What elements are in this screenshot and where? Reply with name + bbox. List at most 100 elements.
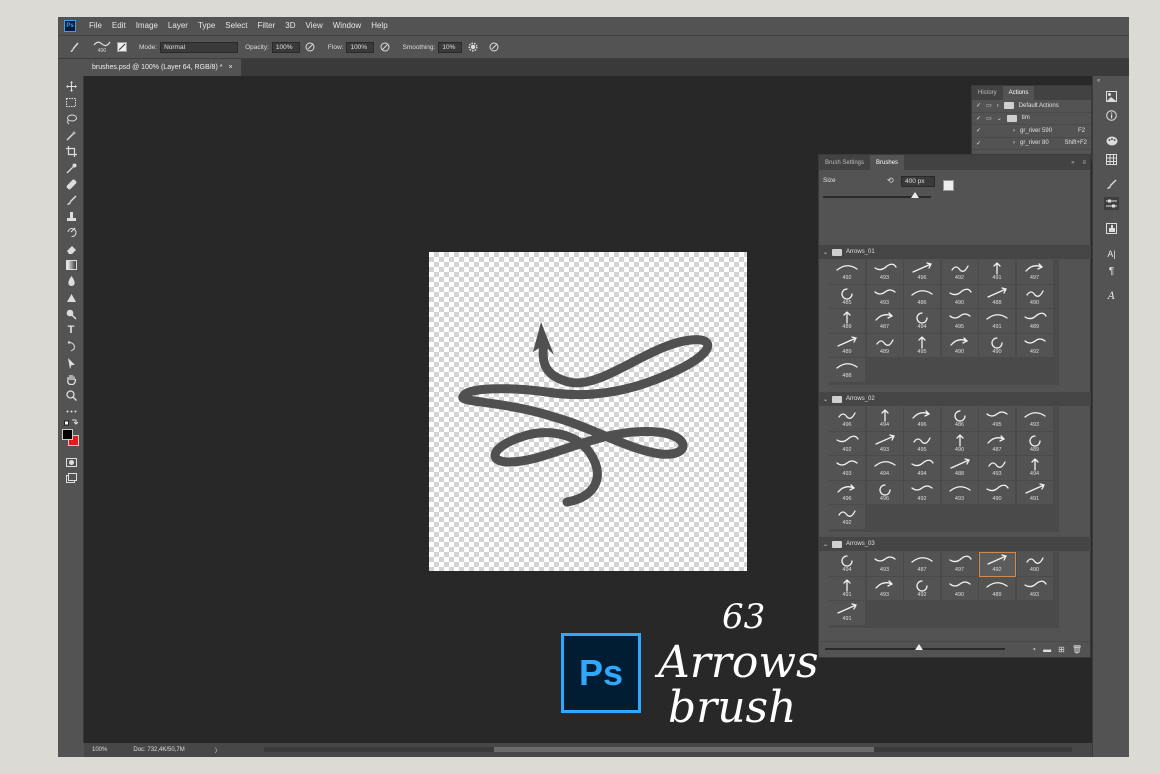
brush-preset[interactable]: 488 [829,358,866,383]
brush-preset[interactable]: 492 [829,260,866,285]
menu-3d[interactable]: 3D [280,21,300,30]
action-row[interactable]: ✓ › gr_river 80 Shift+F2 [972,138,1091,150]
brush-preset[interactable]: 497 [941,552,979,577]
quick-mask-icon[interactable] [64,456,78,468]
brush-preset[interactable]: 490 [1016,284,1054,309]
magic-wand-icon[interactable] [64,129,78,141]
glyphs-panel-icon[interactable]: A [1104,290,1119,303]
tab-brush-settings[interactable]: Brush Settings [819,155,870,170]
eraser-icon[interactable] [64,243,78,255]
brush-preset[interactable]: 489 [1016,431,1054,456]
menu-select[interactable]: Select [220,21,252,30]
reset-size-icon[interactable]: ⟲ [887,176,894,185]
brush-preset[interactable]: 486 [904,284,941,309]
toggle-preview-icon[interactable]: ◔ [1031,645,1036,654]
brush-preset[interactable]: 495 [904,333,941,358]
brush-preset[interactable]: 489 [1016,309,1054,334]
brush-preset[interactable]: 488 [941,456,979,481]
brush-tool-icon[interactable] [68,41,81,54]
dialog-toggle-icon[interactable]: ▭ [986,115,992,122]
brush-preset[interactable]: 495 [979,407,1016,432]
brush-preset[interactable]: 496 [866,480,904,505]
brush-preset[interactable]: 489 [829,333,866,358]
swatches-grid-icon[interactable] [1104,153,1119,166]
check-icon[interactable]: ✓ [976,127,981,134]
menu-window[interactable]: Window [328,21,366,30]
path-selection-icon[interactable] [64,340,78,352]
blur-tool-icon[interactable] [64,275,78,287]
swap-colors-icon[interactable] [64,419,78,427]
brush-preset[interactable]: 494 [866,456,904,481]
foreground-color-swatch[interactable] [62,429,73,440]
brush-preset[interactable]: 490 [979,480,1016,505]
brush-preset[interactable]: 491 [829,601,866,626]
brush-preset[interactable]: 493 [866,284,904,309]
trash-icon[interactable]: 🗑 [1072,645,1082,654]
layers-panel-icon[interactable] [1104,90,1119,103]
clone-stamp-icon[interactable] [64,210,78,222]
new-brush-icon[interactable]: ⊞ [1058,645,1065,654]
tab-history[interactable]: History [972,86,1003,100]
brush-preset[interactable]: 494 [904,456,941,481]
brush-preset[interactable]: 490 [1016,552,1054,577]
brush-preset[interactable]: 493 [866,552,904,577]
chevron-down-icon[interactable]: ⌄ [997,115,1002,122]
brush-preset[interactable]: 493 [1016,576,1054,601]
close-icon[interactable]: × [228,64,232,71]
pen-tool-icon[interactable] [64,308,78,320]
brush-preset[interactable]: 490 [941,333,979,358]
brush-preset[interactable]: 492 [829,505,866,530]
brush-preset[interactable]: 495 [941,309,979,334]
brush-preset[interactable]: 492 [979,552,1016,577]
brush-preset-picker[interactable]: 400 [93,40,111,54]
menu-help[interactable]: Help [366,21,392,30]
brush-preset[interactable]: 496 [829,407,866,432]
tab-actions[interactable]: Actions [1002,86,1035,100]
move-tool-icon[interactable] [64,80,78,92]
brush-settings-toggle-icon[interactable] [115,41,128,54]
check-icon[interactable]: ✓ [976,102,981,109]
brush-preset[interactable]: 487 [979,431,1016,456]
brush-preset[interactable]: 489 [979,576,1016,601]
tab-brushes[interactable]: Brushes [870,155,905,170]
pressure-opacity-icon[interactable] [304,41,317,54]
hand-tool-icon[interactable] [64,373,78,385]
brush-preset[interactable]: 488 [979,284,1016,309]
brush-preset[interactable]: 497 [1016,260,1054,285]
preview-size-slider-thumb[interactable] [915,644,923,650]
brush-preset[interactable]: 490 [941,284,979,309]
opacity-field[interactable]: 100% [271,41,300,53]
menu-layer[interactable]: Layer [163,21,193,30]
pressure-size-icon[interactable] [487,41,500,54]
brush-preset[interactable]: 494 [1016,456,1054,481]
brush-preset[interactable]: 494 [829,552,866,577]
chevron-down-icon[interactable]: ⌄ [823,541,828,548]
chevron-down-icon[interactable]: ⌄ [823,396,828,403]
brush-preset[interactable]: 485 [829,284,866,309]
history-brush-icon[interactable] [64,226,78,238]
brush-group-header[interactable]: ⌄ Arrows_03 [819,537,1091,551]
brush-icon[interactable] [64,194,78,206]
chevron-right-icon[interactable]: › [997,103,999,109]
brush-group-header[interactable]: ⌄ Arrows_01 [819,245,1091,259]
mode-select[interactable]: Normal [160,41,239,53]
gradient-tool-icon[interactable] [64,259,78,271]
menu-file[interactable]: File [84,21,107,30]
brush-preset[interactable]: 490 [941,431,979,456]
brush-preset[interactable]: 491 [1016,480,1054,505]
type-tool-icon[interactable]: T [64,324,78,336]
zoom-tool-icon[interactable] [64,389,78,401]
brush-preset[interactable]: 491 [979,309,1016,334]
chevron-down-icon[interactable]: ⌄ [823,249,828,256]
marquee-tool-icon[interactable] [64,96,78,108]
status-menu-chevron-icon[interactable]: 〉 [215,746,221,755]
dodge-tool-icon[interactable] [64,292,78,304]
smoothing-options-gear-icon[interactable] [466,41,479,54]
brush-preset[interactable]: 492 [829,431,866,456]
brush-preset[interactable]: 490 [979,333,1016,358]
clone-source-icon[interactable] [1104,222,1119,235]
brush-preset[interactable]: 494 [904,309,941,334]
brush-preset[interactable]: 493 [1016,407,1054,432]
document-tab[interactable]: brushes.psd @ 100% (Layer 64, RGB/8) * × [84,59,241,76]
smoothing-field[interactable]: 10% [438,41,463,53]
